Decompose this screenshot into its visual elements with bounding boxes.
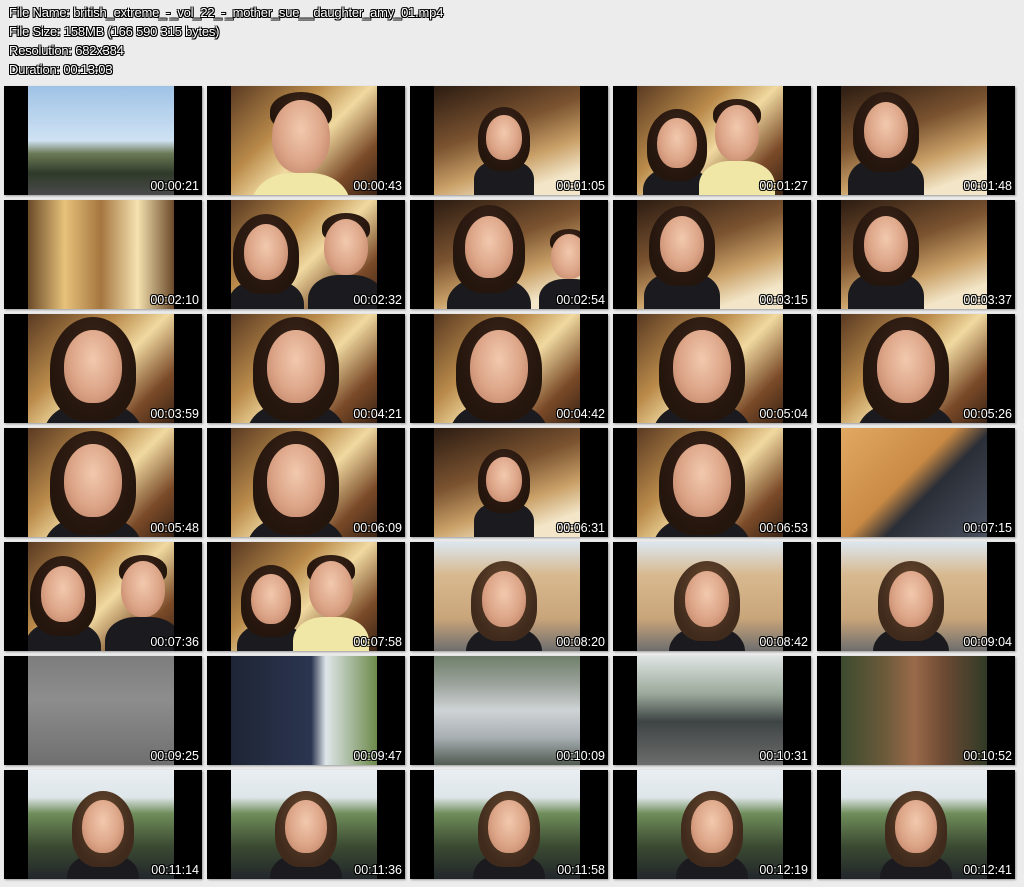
video-thumbnail[interactable]: 00:05:04 [613, 314, 811, 423]
timestamp-label: 00:10:09 [556, 749, 605, 763]
timestamp-label: 00:05:48 [150, 521, 199, 535]
timestamp-label: 00:01:27 [759, 179, 808, 193]
timestamp-label: 00:09:25 [150, 749, 199, 763]
timestamp-label: 00:10:52 [963, 749, 1012, 763]
video-thumbnail[interactable]: 00:03:59 [4, 314, 202, 423]
video-thumbnail[interactable]: 00:09:04 [817, 542, 1015, 651]
video-thumbnail[interactable]: 00:08:42 [613, 542, 811, 651]
video-thumbnail[interactable]: 00:12:41 [817, 770, 1015, 879]
timestamp-label: 00:03:15 [759, 293, 808, 307]
video-thumbnail[interactable]: 00:05:26 [817, 314, 1015, 423]
video-thumbnail[interactable]: 00:02:10 [4, 200, 202, 309]
video-thumbnail[interactable]: 00:03:37 [817, 200, 1015, 309]
duration-label: Duration: 00:13:03 [9, 62, 113, 77]
video-thumbnail[interactable]: 00:05:48 [4, 428, 202, 537]
video-thumbnail[interactable]: 00:06:09 [207, 428, 405, 537]
file-name-label: File Name: british_extreme_-_vol_22_-_mo… [9, 5, 444, 20]
video-thumbnail[interactable]: 00:11:14 [4, 770, 202, 879]
video-thumbnail[interactable]: 00:07:36 [4, 542, 202, 651]
video-thumbnail[interactable]: 00:02:32 [207, 200, 405, 309]
video-thumbnail[interactable]: 00:10:09 [410, 656, 608, 765]
video-thumbnail[interactable]: 00:00:21 [4, 86, 202, 195]
video-thumbnail[interactable]: 00:03:15 [613, 200, 811, 309]
video-thumbnail[interactable]: 00:07:58 [207, 542, 405, 651]
video-thumbnail[interactable]: 00:10:31 [613, 656, 811, 765]
timestamp-label: 00:08:42 [759, 635, 808, 649]
timestamp-label: 00:03:37 [963, 293, 1012, 307]
timestamp-label: 00:03:59 [150, 407, 199, 421]
timestamp-label: 00:08:20 [556, 635, 605, 649]
video-thumbnail[interactable]: 00:01:05 [410, 86, 608, 195]
timestamp-label: 00:00:21 [150, 179, 199, 193]
video-thumbnail[interactable]: 00:09:47 [207, 656, 405, 765]
video-thumbnail[interactable]: 00:07:15 [817, 428, 1015, 537]
timestamp-label: 00:11:58 [557, 863, 605, 877]
file-info-header: File Name: british_extreme_-_vol_22_-_mo… [9, 3, 443, 79]
file-size-label: File Size: 158MB (166 590 315 bytes) [9, 24, 220, 39]
timestamp-label: 00:02:32 [353, 293, 402, 307]
video-thumbnail[interactable]: 00:12:19 [613, 770, 811, 879]
video-thumbnail[interactable]: 00:06:31 [410, 428, 608, 537]
timestamp-label: 00:12:19 [759, 863, 808, 877]
video-thumbnail[interactable]: 00:09:25 [4, 656, 202, 765]
timestamp-label: 00:01:05 [556, 179, 605, 193]
timestamp-label: 00:07:58 [353, 635, 402, 649]
resolution-label: Resolution: 682x384 [9, 43, 124, 58]
video-thumbnail[interactable]: 00:06:53 [613, 428, 811, 537]
video-thumbnail[interactable]: 00:00:43 [207, 86, 405, 195]
timestamp-label: 00:05:04 [759, 407, 808, 421]
timestamp-label: 00:09:47 [353, 749, 402, 763]
timestamp-label: 00:02:10 [150, 293, 199, 307]
timestamp-label: 00:09:04 [963, 635, 1012, 649]
timestamp-label: 00:11:14 [151, 863, 199, 877]
timestamp-label: 00:04:42 [556, 407, 605, 421]
timestamp-label: 00:04:21 [353, 407, 402, 421]
timestamp-label: 00:10:31 [759, 749, 808, 763]
timestamp-label: 00:02:54 [556, 293, 605, 307]
timestamp-label: 00:05:26 [963, 407, 1012, 421]
video-thumbnail[interactable]: 00:10:52 [817, 656, 1015, 765]
thumbnail-grid: 00:00:21 00:00:43 00:01:05 00:01:27 00:01:48… [4, 86, 1020, 883]
timestamp-label: 00:12:41 [963, 863, 1012, 877]
video-thumbnail[interactable]: 00:01:27 [613, 86, 811, 195]
video-thumbnail[interactable]: 00:04:21 [207, 314, 405, 423]
timestamp-label: 00:06:09 [353, 521, 402, 535]
video-thumbnail[interactable]: 00:02:54 [410, 200, 608, 309]
timestamp-label: 00:11:36 [354, 863, 402, 877]
video-thumbnail[interactable]: 00:11:36 [207, 770, 405, 879]
timestamp-label: 00:07:15 [963, 521, 1012, 535]
timestamp-label: 00:06:31 [556, 521, 605, 535]
video-thumbnail[interactable]: 00:08:20 [410, 542, 608, 651]
timestamp-label: 00:01:48 [963, 179, 1012, 193]
timestamp-label: 00:00:43 [353, 179, 402, 193]
timestamp-label: 00:07:36 [150, 635, 199, 649]
video-thumbnail[interactable]: 00:01:48 [817, 86, 1015, 195]
timestamp-label: 00:06:53 [759, 521, 808, 535]
video-thumbnail[interactable]: 00:11:58 [410, 770, 608, 879]
video-thumbnail[interactable]: 00:04:42 [410, 314, 608, 423]
